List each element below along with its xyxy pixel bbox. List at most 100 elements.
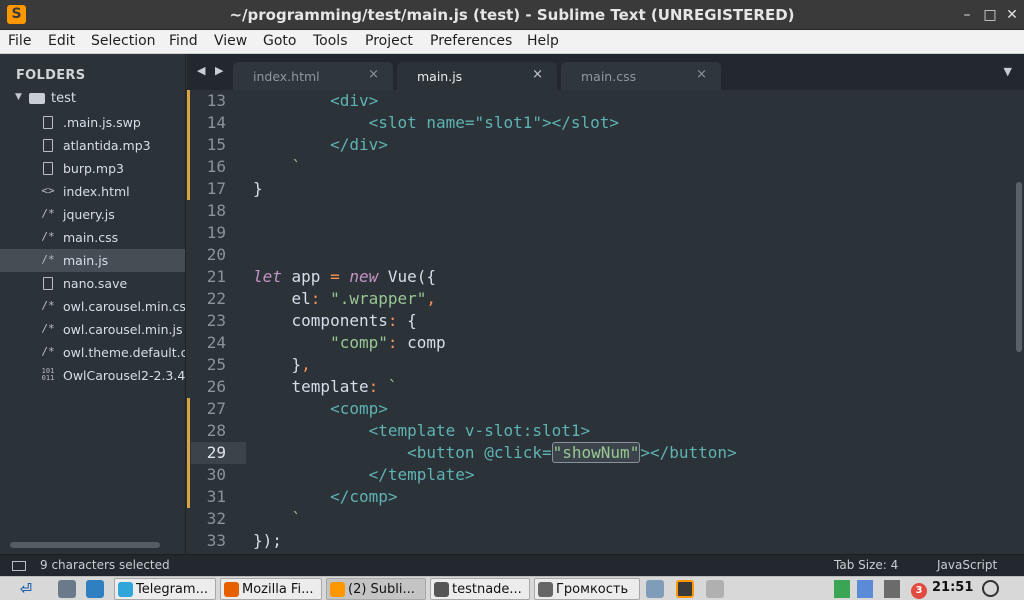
- menu-project[interactable]: Project: [365, 33, 413, 49]
- tab-index-html[interactable]: index.html ×: [233, 62, 393, 90]
- taskbar-task[interactable]: testnade...: [430, 578, 530, 600]
- line-number: 33: [206, 531, 226, 550]
- taskbar-task[interactable]: Mozilla Fi...: [220, 578, 322, 600]
- sidebar-file-item[interactable]: <> index.html: [0, 180, 185, 203]
- menu-edit[interactable]: Edit: [48, 33, 75, 49]
- menu-view[interactable]: View: [214, 33, 247, 49]
- root-folder-label: test: [51, 91, 76, 106]
- close-tab-icon[interactable]: ×: [696, 67, 707, 82]
- sidebar-file-item[interactable]: nano.save: [0, 272, 185, 295]
- code-token: `: [291, 509, 302, 528]
- code-text: },: [253, 355, 311, 374]
- code-line[interactable]: 28 <template v-slot:slot1>: [187, 420, 1024, 442]
- menu-tools[interactable]: Tools: [313, 33, 348, 49]
- close-tab-icon[interactable]: ×: [532, 67, 543, 82]
- code-line[interactable]: 16 `: [187, 156, 1024, 178]
- code-token: app: [281, 267, 331, 286]
- chevron-down-icon[interactable]: ▼: [15, 92, 22, 102]
- code-token: <template v-slot:slot1>: [368, 421, 591, 440]
- code-editor[interactable]: 13 <div> 14 <slot name="slot1"></slot> 15 …: [187, 90, 1024, 554]
- network-signal-icon[interactable]: [884, 580, 900, 598]
- sidebar-file-item[interactable]: /* owl.carousel.min.css: [0, 295, 185, 318]
- tab-dropdown-icon[interactable]: ▼: [1004, 65, 1012, 78]
- sidebar-file-name: nano.save: [63, 276, 128, 291]
- sidebar-file-item[interactable]: .main.js.swp: [0, 111, 185, 134]
- close-button[interactable]: ✕: [1003, 6, 1021, 24]
- code-token: :: [387, 311, 398, 330]
- menu-find[interactable]: Find: [169, 33, 198, 49]
- syntax-status[interactable]: JavaScript: [937, 558, 997, 572]
- clock[interactable]: 21:51: [932, 580, 973, 595]
- tab-label: main.js: [417, 69, 463, 84]
- code-line[interactable]: 18: [187, 200, 1024, 222]
- tab-main-css[interactable]: main.css ×: [561, 62, 721, 90]
- sidebar-file-item[interactable]: 101 011 OwlCarousel2-2.3.4.: [0, 364, 185, 387]
- tab-size-status[interactable]: Tab Size: 4: [834, 558, 898, 572]
- sublime-launcher-icon[interactable]: [676, 580, 694, 598]
- sidebar-file-item[interactable]: /* jquery.js: [0, 203, 185, 226]
- taskbar-task[interactable]: Telegram...: [114, 578, 216, 600]
- sidebar-file-name: atlantida.mp3: [63, 138, 151, 153]
- root-folder[interactable]: ▼ test: [0, 88, 185, 110]
- menu-goto[interactable]: Goto: [263, 33, 296, 49]
- code-line[interactable]: 15 </div>: [187, 134, 1024, 156]
- sidebar-file-item[interactable]: atlantida.mp3: [0, 134, 185, 157]
- workspace-icon[interactable]: [706, 580, 724, 598]
- file-icon: [43, 277, 53, 290]
- code-line[interactable]: 23 components: {: [187, 310, 1024, 332]
- code-line[interactable]: 24 "comp": comp: [187, 332, 1024, 354]
- code-line[interactable]: 25 },: [187, 354, 1024, 376]
- selected-text: "showNum": [551, 442, 641, 463]
- desktop-icon[interactable]: [646, 580, 664, 598]
- sidebar-file-item[interactable]: /* main.js: [0, 249, 185, 272]
- code-line[interactable]: 27 <comp>: [187, 398, 1024, 420]
- code-line[interactable]: 22 el: ".wrapper",: [187, 288, 1024, 310]
- tab-nav-arrows-icon[interactable]: ◀ ▶: [197, 64, 226, 77]
- code-line[interactable]: 19: [187, 222, 1024, 244]
- code-line[interactable]: 14 <slot name="slot1"></slot>: [187, 112, 1024, 134]
- code-line[interactable]: 29 <button @click="showNum"></button>: [187, 442, 1024, 464]
- power-icon[interactable]: [982, 580, 999, 597]
- editor-scrollbar[interactable]: [1016, 182, 1022, 352]
- taskbar-task[interactable]: Громкость: [534, 578, 640, 600]
- tab-main-js[interactable]: main.js ×: [397, 62, 557, 90]
- menu-help[interactable]: Help: [527, 33, 559, 49]
- taskbar-task[interactable]: (2) Subli...: [326, 578, 426, 600]
- code-line[interactable]: 33});: [187, 530, 1024, 552]
- menu-file[interactable]: File: [8, 33, 31, 49]
- code-token: new: [349, 267, 379, 286]
- close-tab-icon[interactable]: ×: [368, 67, 379, 82]
- minimize-button[interactable]: –: [958, 6, 976, 24]
- network-app-icon[interactable]: [86, 580, 104, 598]
- code-line[interactable]: 17}: [187, 178, 1024, 200]
- sidebar-file-name: main.css: [63, 230, 119, 245]
- comment-file-icon: /*: [41, 253, 55, 266]
- menu-preferences[interactable]: Preferences: [430, 33, 512, 49]
- sidebar-scrollbar[interactable]: [10, 542, 160, 548]
- code-line[interactable]: 30 </template>: [187, 464, 1024, 486]
- menu-selection[interactable]: Selection: [91, 33, 156, 49]
- file-manager-icon[interactable]: [58, 580, 76, 598]
- sidebar-file-item[interactable]: /* owl.carousel.min.js: [0, 318, 185, 341]
- notification-badge[interactable]: 3: [911, 583, 927, 599]
- sidebar-file-item[interactable]: /* main.css: [0, 226, 185, 249]
- code-line[interactable]: 13 <div>: [187, 90, 1024, 112]
- bluetooth-icon[interactable]: [857, 580, 873, 598]
- title-bar: S ~/programming/test/main.js (test) - Su…: [0, 0, 1024, 30]
- code-text: </comp>: [253, 487, 397, 506]
- code-line[interactable]: 32 `: [187, 508, 1024, 530]
- maximize-button[interactable]: □: [981, 6, 999, 24]
- task-label: testnade...: [452, 582, 522, 597]
- sidebar-file-item[interactable]: /* owl.theme.default.cs: [0, 341, 185, 364]
- code-line[interactable]: 26 template: `: [187, 376, 1024, 398]
- sidebar-file-item[interactable]: burp.mp3: [0, 157, 185, 180]
- start-menu-button[interactable]: ⏎: [4, 578, 48, 600]
- battery-icon[interactable]: [834, 580, 850, 598]
- code-line[interactable]: 21 let app = new Vue({: [187, 266, 1024, 288]
- code-line[interactable]: 31 </comp>: [187, 486, 1024, 508]
- code-line[interactable]: 20: [187, 244, 1024, 266]
- panel-toggle-icon[interactable]: [12, 561, 26, 571]
